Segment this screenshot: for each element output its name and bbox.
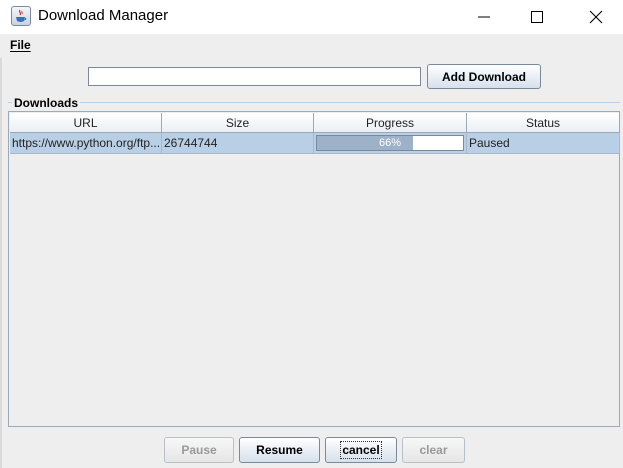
clear-button[interactable]: clear: [402, 437, 465, 463]
close-icon: [589, 10, 603, 24]
resume-button[interactable]: Resume: [239, 437, 320, 463]
window-left-edge: [0, 58, 2, 468]
cell-url: https://www.python.org/ftp...: [10, 133, 162, 154]
cell-status: Paused: [467, 133, 620, 154]
progress-bar: 66%: [316, 135, 464, 151]
cell-progress: 66%: [314, 133, 467, 154]
table-row[interactable]: https://www.python.org/ftp... 26744744 6…: [10, 133, 620, 154]
minimize-icon: [478, 16, 490, 18]
java-cup-icon: [11, 6, 31, 26]
column-header-url[interactable]: URL: [10, 113, 162, 133]
title-bar: Download Manager: [0, 0, 623, 34]
maximize-icon: [531, 11, 543, 23]
cancel-label: cancel: [340, 441, 382, 459]
downloads-group-label: Downloads: [12, 96, 81, 110]
clear-label: clear: [419, 443, 448, 457]
pause-label: Pause: [181, 443, 217, 457]
column-header-progress[interactable]: Progress: [314, 113, 467, 133]
table-header: URL Size Progress Status: [10, 113, 620, 133]
downloads-table[interactable]: URL Size Progress Status https://www.pyt…: [8, 111, 620, 427]
add-download-label: Add Download: [442, 69, 526, 84]
close-button[interactable]: [573, 0, 619, 34]
window-title: Download Manager: [38, 7, 169, 24]
column-header-status[interactable]: Status: [467, 113, 620, 133]
add-download-button[interactable]: Add Download: [427, 64, 541, 89]
cell-size: 26744744: [162, 133, 314, 154]
menu-file[interactable]: File: [10, 38, 31, 52]
menu-bar: File: [0, 34, 623, 58]
cancel-button[interactable]: cancel: [325, 437, 397, 463]
downloads-group-border: [8, 102, 620, 103]
progress-text: 66%: [378, 137, 402, 149]
minimize-button[interactable]: [461, 0, 507, 34]
pause-button[interactable]: Pause: [164, 437, 234, 463]
url-input[interactable]: [88, 67, 421, 86]
resume-label: Resume: [256, 443, 303, 457]
column-header-size[interactable]: Size: [162, 113, 314, 133]
maximize-button[interactable]: [514, 0, 560, 34]
